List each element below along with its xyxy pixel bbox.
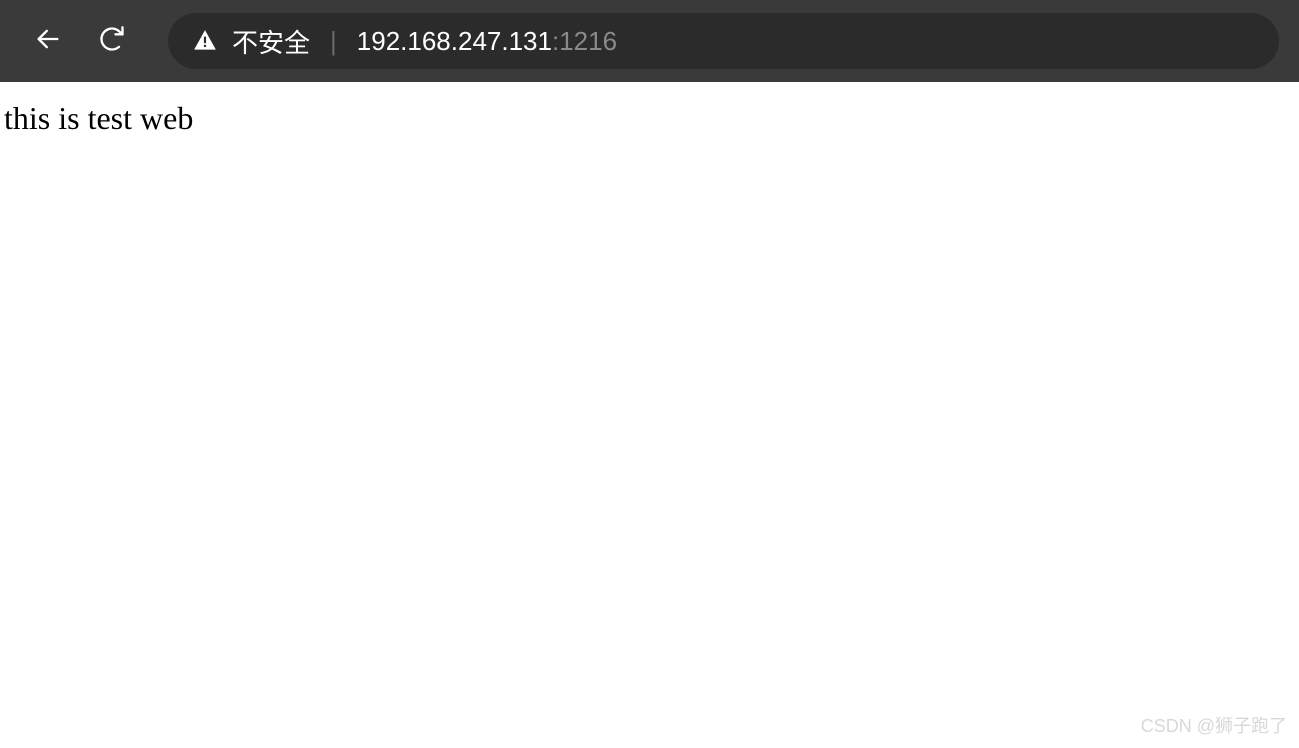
- security-label: 不安全: [232, 23, 310, 60]
- divider: |: [330, 26, 337, 57]
- arrow-left-icon: [34, 25, 62, 58]
- url-host: 192.168.247.131: [357, 26, 552, 56]
- watermark: CSDN @狮子跑了: [1141, 712, 1287, 738]
- url-display: 192.168.247.131:1216: [357, 26, 617, 57]
- page-body-text: this is test web: [4, 100, 1295, 137]
- refresh-button[interactable]: [84, 13, 140, 69]
- address-bar[interactable]: 不安全 | 192.168.247.131:1216: [168, 13, 1279, 69]
- back-button[interactable]: [20, 13, 76, 69]
- browser-toolbar: 不安全 | 192.168.247.131:1216: [0, 0, 1299, 82]
- page-content: this is test web: [0, 82, 1299, 155]
- url-port: :1216: [552, 26, 617, 56]
- warning-icon: [192, 28, 218, 54]
- refresh-icon: [98, 25, 126, 58]
